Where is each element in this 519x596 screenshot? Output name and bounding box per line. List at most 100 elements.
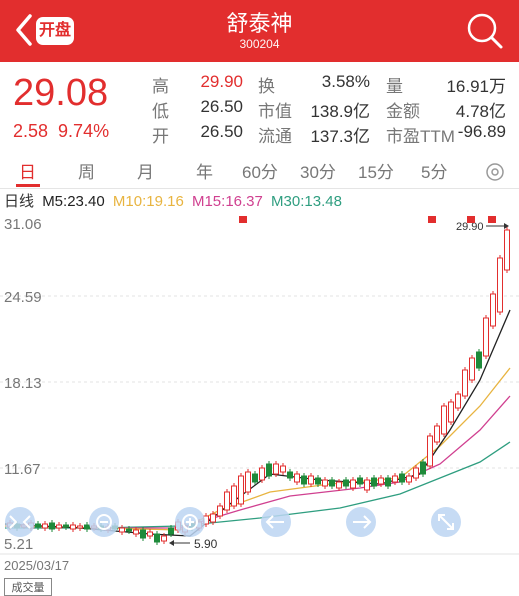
period-tabs: 日 周 月 年 60分 30分 15分 5分 — [0, 154, 519, 189]
candle — [42, 523, 48, 529]
stat-label: 市值 — [258, 102, 292, 121]
candle — [490, 293, 496, 327]
candle — [49, 522, 55, 530]
tab-week[interactable]: 周 — [78, 158, 95, 183]
candle — [315, 477, 321, 485]
candle — [455, 393, 461, 409]
candle — [56, 524, 62, 529]
stat-value: 137.3亿 — [310, 127, 370, 146]
candle — [413, 467, 419, 479]
stat-label: 低 — [152, 102, 169, 121]
candle — [63, 524, 69, 528]
event-marker-icon[interactable] — [428, 216, 436, 223]
candle — [308, 475, 314, 485]
candle — [245, 471, 251, 493]
candle — [371, 477, 377, 487]
candle — [434, 425, 440, 443]
candle — [280, 465, 286, 473]
stat-label: 量 — [386, 77, 403, 96]
candles — [7, 227, 510, 545]
candle — [392, 475, 398, 483]
event-marker-icon[interactable] — [239, 216, 247, 223]
tab-day[interactable]: 日 — [19, 158, 36, 183]
candle — [476, 351, 482, 369]
stat-value: 29.90 — [200, 72, 243, 91]
candle — [266, 463, 272, 477]
settings-icon[interactable] — [485, 162, 505, 182]
stat-label: 流通 — [258, 127, 292, 146]
ma15-label: M15:16.37 — [191, 193, 263, 210]
candle — [168, 527, 174, 535]
candle — [343, 479, 349, 487]
tab-5min[interactable]: 5分 — [421, 158, 447, 183]
candle — [238, 475, 244, 505]
change-amount: 2.58 — [13, 121, 49, 141]
start-date: 2025/03/17 — [4, 558, 70, 573]
event-marker-icon[interactable] — [467, 216, 475, 223]
tab-year[interactable]: 年 — [196, 158, 213, 183]
scroll-left-button[interactable] — [261, 507, 291, 537]
tab-15min[interactable]: 15分 — [358, 158, 394, 183]
candle — [441, 405, 447, 435]
candle — [329, 479, 335, 487]
stock-code: 300204 — [239, 37, 280, 51]
low-price-annotation: 5.90 — [194, 537, 218, 551]
candle — [140, 529, 146, 539]
candle — [385, 477, 391, 487]
stat-label: 金额 — [386, 102, 420, 121]
fullscreen-button[interactable] — [431, 507, 461, 537]
y-axis-label: 31.06 — [4, 216, 42, 233]
scroll-right-button[interactable] — [346, 507, 376, 537]
stock-name: 舒泰神 — [226, 11, 293, 36]
ma5-label: M5:23.40 — [42, 193, 105, 210]
y-axis-label: 18.13 — [4, 375, 42, 392]
ma5-line — [4, 309, 511, 537]
candle — [217, 505, 223, 517]
candle — [350, 479, 356, 489]
moving-average-legend: 日线 M5:23.40 M10:19.16 M15:16.37 M30:13.4… — [4, 190, 346, 211]
tab-30min[interactable]: 30分 — [300, 158, 336, 183]
stat-value: 138.9亿 — [310, 102, 370, 121]
candle — [427, 435, 433, 467]
shrink-button[interactable] — [5, 507, 35, 537]
candle — [259, 467, 265, 481]
candle — [273, 463, 279, 475]
candle — [147, 531, 153, 537]
candle — [287, 471, 293, 479]
candle — [462, 369, 468, 397]
stat-value: -96.89 — [457, 122, 506, 141]
candle — [448, 401, 454, 423]
candle — [133, 529, 139, 535]
candle — [399, 473, 405, 483]
candle — [301, 475, 307, 485]
stat-value: 26.50 — [200, 97, 243, 116]
candle — [364, 479, 370, 491]
stat-value: 26.50 — [200, 122, 243, 141]
zoom-out-button[interactable] — [89, 507, 119, 537]
candle — [504, 229, 510, 271]
price-change: 2.58 9.74% — [13, 121, 119, 142]
candle — [210, 513, 216, 523]
search-icon[interactable] — [462, 8, 508, 54]
stat-value: 3.58% — [321, 72, 370, 91]
volume-indicator-tab[interactable]: 成交量 — [4, 578, 52, 596]
candlestick-chart[interactable]: 31.06 24.59 18.13 11.67 5.21 29.90 5.90 — [0, 210, 519, 560]
change-percent: 9.74% — [58, 121, 110, 141]
candle — [224, 491, 230, 511]
stat-label: 高 — [152, 77, 169, 96]
ma30-label: M30:13.48 — [271, 193, 342, 210]
candle — [231, 485, 237, 507]
event-marker-icon[interactable] — [488, 216, 496, 223]
tab-60min[interactable]: 60分 — [242, 158, 278, 183]
tab-month[interactable]: 月 — [137, 158, 154, 183]
candle — [126, 528, 132, 532]
zoom-in-button[interactable] — [175, 507, 205, 537]
candle — [483, 317, 489, 357]
stat-value: 16.91万 — [446, 77, 506, 96]
ma15-line — [4, 395, 511, 529]
candle — [161, 535, 167, 542]
ma10-label: M10:19.16 — [112, 193, 184, 210]
candle — [154, 533, 160, 543]
candle — [469, 357, 475, 381]
candle — [77, 525, 83, 529]
